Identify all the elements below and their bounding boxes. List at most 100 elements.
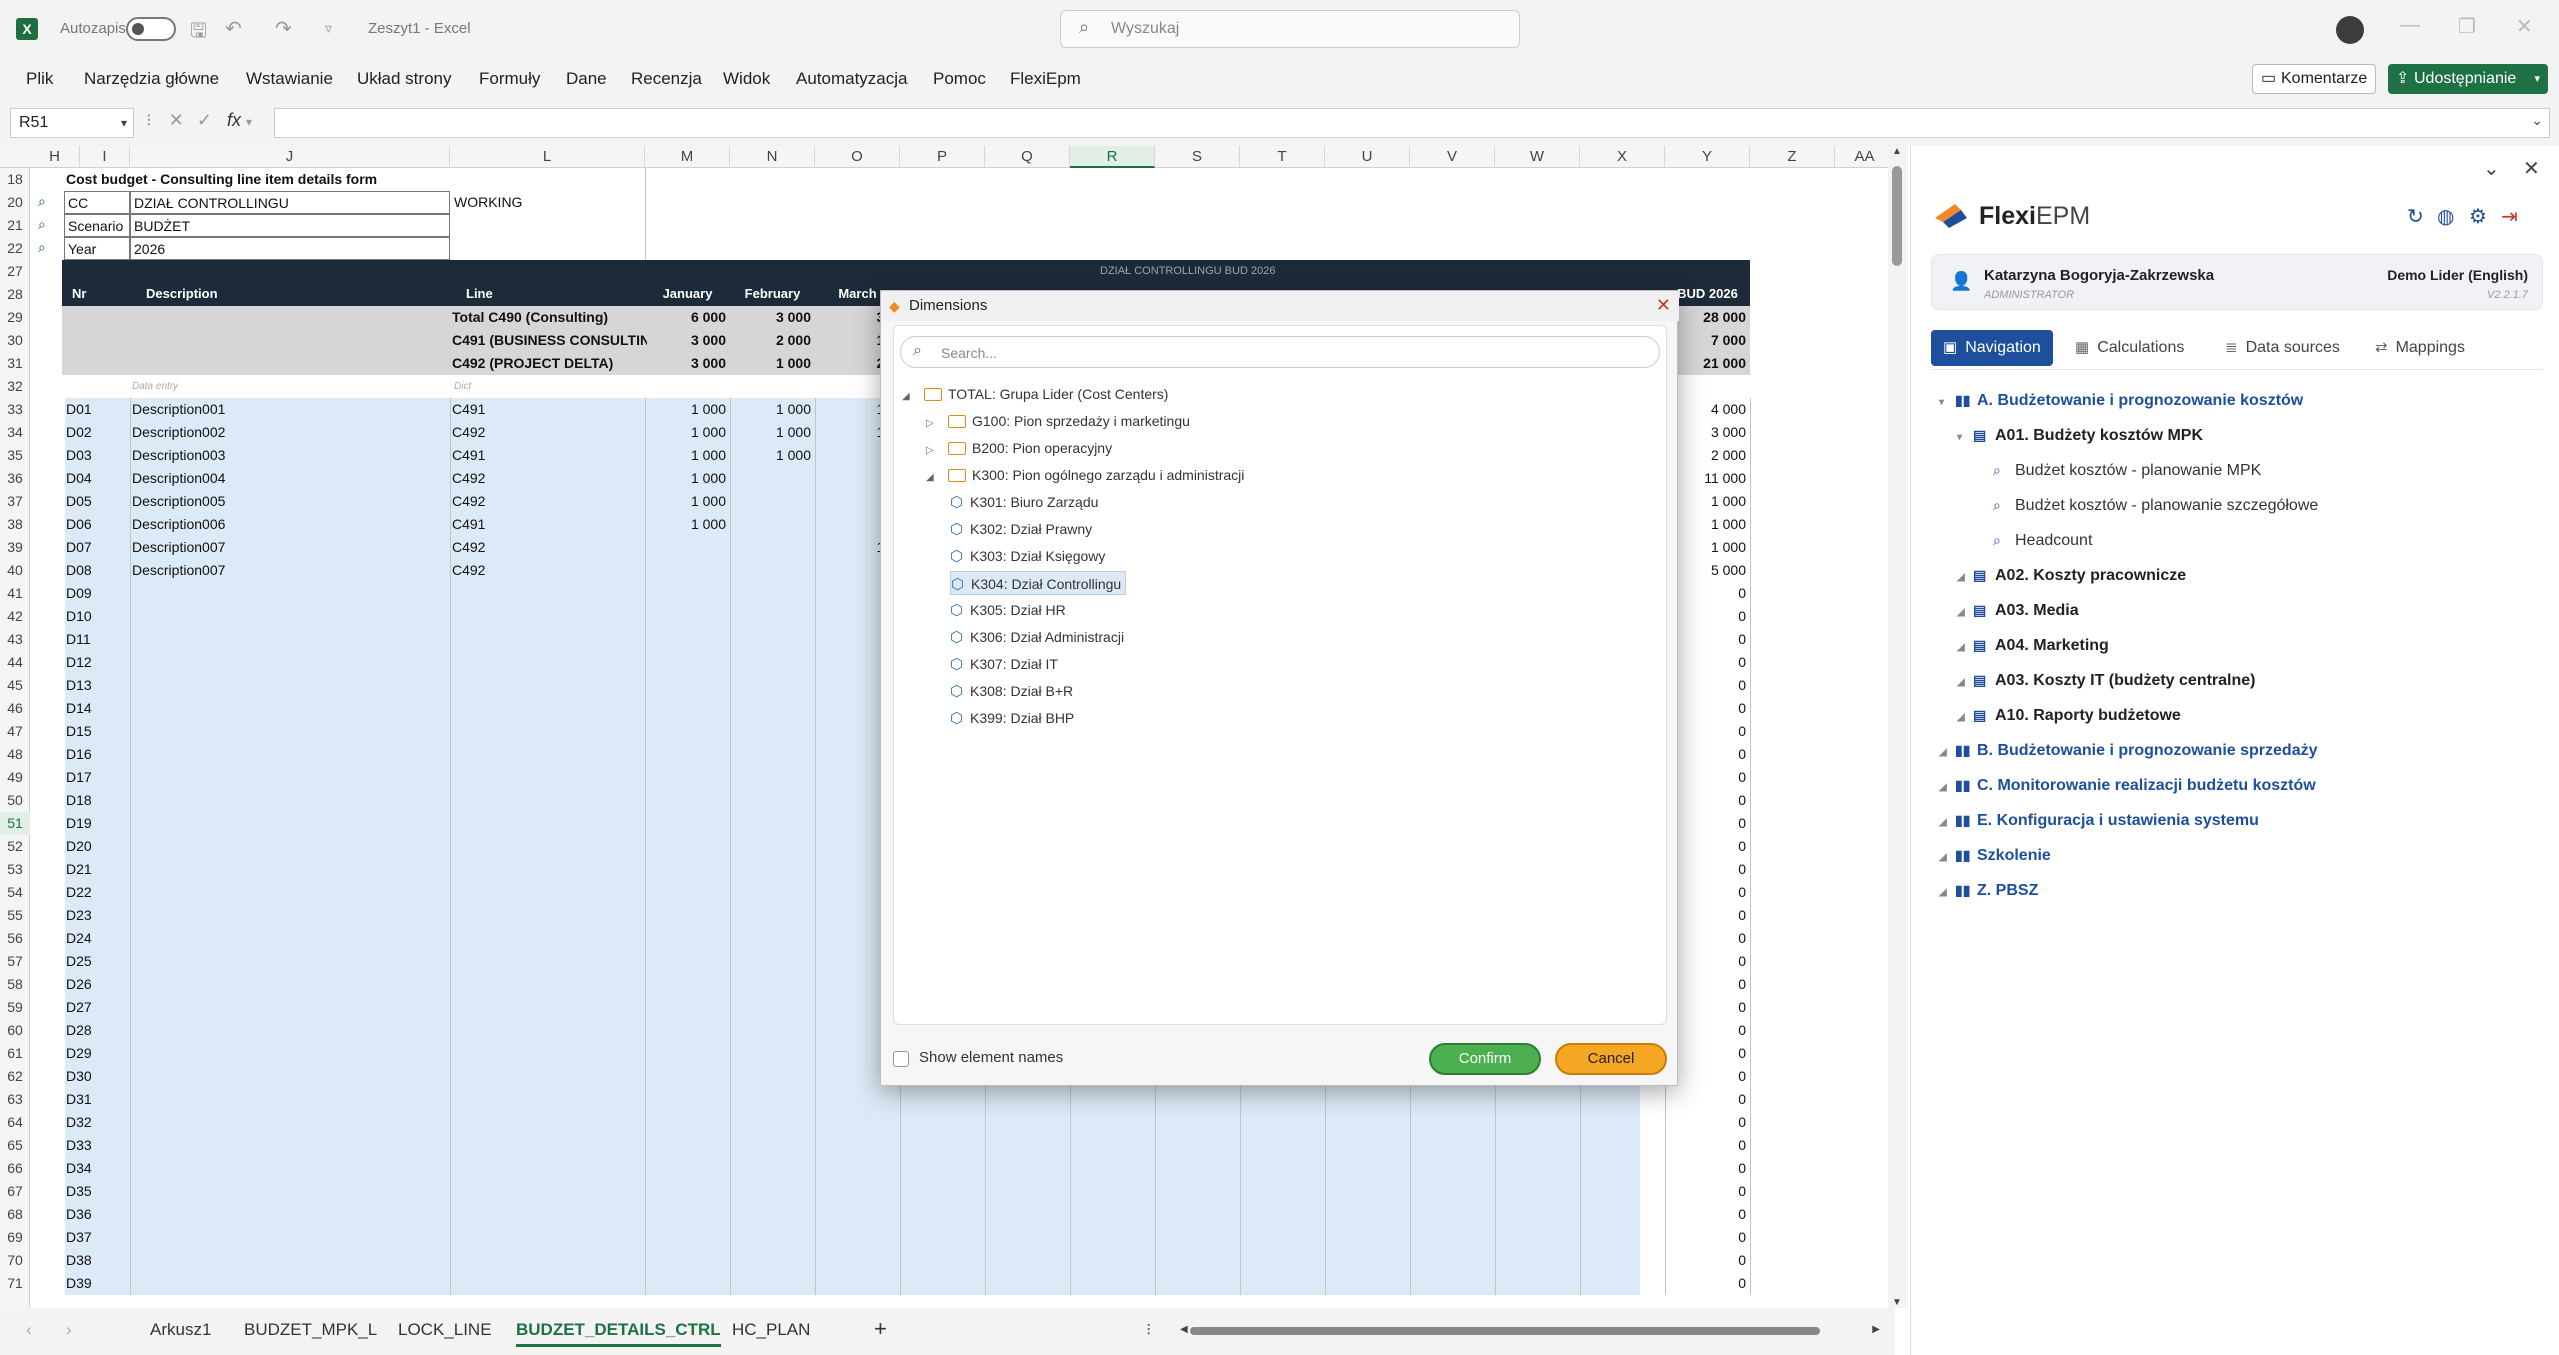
row-number-cell[interactable]: D07 bbox=[66, 536, 126, 559]
row-header[interactable]: 56 bbox=[0, 927, 30, 950]
row-number-cell[interactable]: D05 bbox=[66, 490, 126, 513]
customize-toolbar-icon[interactable]: ▿ bbox=[325, 20, 332, 37]
description-cell[interactable] bbox=[132, 1226, 447, 1249]
row-number-cell[interactable]: D02 bbox=[66, 421, 126, 444]
row-number-cell[interactable]: D17 bbox=[66, 766, 126, 789]
january-cell[interactable] bbox=[645, 720, 730, 743]
vertical-scrollbar[interactable]: ▲ ▼ bbox=[1888, 146, 1908, 1308]
row-number-cell[interactable]: D30 bbox=[66, 1065, 126, 1088]
row-number-cell[interactable]: D39 bbox=[66, 1272, 126, 1295]
line-cell[interactable]: C491 bbox=[452, 513, 642, 536]
search-box[interactable]: ⌕ Wyszukaj bbox=[1060, 10, 1520, 48]
february-cell[interactable] bbox=[730, 1042, 815, 1065]
february-cell[interactable] bbox=[730, 743, 815, 766]
line-cell[interactable] bbox=[452, 1019, 642, 1042]
scroll-right-icon[interactable]: ▶ bbox=[1872, 1324, 1880, 1335]
row-number-cell[interactable]: D38 bbox=[66, 1249, 126, 1272]
expand-icon[interactable]: ◢ bbox=[1939, 844, 1955, 872]
sheet-tab[interactable]: Arkusz1 bbox=[150, 1320, 211, 1340]
expand-icon[interactable]: ◢ bbox=[1957, 634, 1973, 662]
line-cell[interactable] bbox=[452, 927, 642, 950]
cancel-button[interactable]: Cancel bbox=[1555, 1043, 1667, 1075]
search-icon[interactable]: ⌕ bbox=[38, 193, 46, 210]
description-cell[interactable] bbox=[132, 1042, 447, 1065]
row-header[interactable]: 71 bbox=[0, 1272, 30, 1295]
line-cell[interactable] bbox=[452, 1088, 642, 1111]
february-cell[interactable] bbox=[730, 1134, 815, 1157]
row-header[interactable]: 42 bbox=[0, 605, 30, 628]
nav-tree-item[interactable]: ◢ ▤ A10. Raporty budżetowe bbox=[1957, 701, 2181, 729]
scroll-left-icon[interactable]: ◀ bbox=[1180, 1324, 1188, 1335]
dimension-element[interactable]: ⬡ K302: Dział Prawny bbox=[950, 517, 1092, 541]
row-header[interactable]: 37 bbox=[0, 490, 30, 513]
row-header[interactable]: 29 bbox=[0, 306, 30, 329]
search-icon[interactable]: ⌕ bbox=[38, 216, 46, 233]
vertical-scroll-thumb[interactable] bbox=[1892, 166, 1902, 266]
line-cell[interactable] bbox=[452, 605, 642, 628]
dimension-element[interactable]: ⬡ K306: Dział Administracji bbox=[950, 625, 1124, 649]
february-cell[interactable] bbox=[730, 973, 815, 996]
collapse-icon[interactable]: ◢ bbox=[902, 385, 924, 409]
line-cell[interactable] bbox=[452, 766, 642, 789]
description-cell[interactable] bbox=[132, 881, 447, 904]
scroll-down-icon[interactable]: ▼ bbox=[1892, 1297, 1902, 1308]
february-cell[interactable] bbox=[730, 950, 815, 973]
share-button[interactable]: ⇪ Udostępnianie ▾ bbox=[2388, 64, 2548, 94]
row-header[interactable]: 59 bbox=[0, 996, 30, 1019]
january-cell[interactable] bbox=[645, 1019, 730, 1042]
row-header[interactable]: 70 bbox=[0, 1249, 30, 1272]
column-header[interactable]: Z bbox=[1750, 146, 1835, 168]
line-cell[interactable] bbox=[452, 628, 642, 651]
description-cell[interactable] bbox=[132, 1180, 447, 1203]
column-header[interactable]: N bbox=[730, 146, 815, 168]
january-cell[interactable] bbox=[645, 789, 730, 812]
dimension-element[interactable]: ⬡ K305: Dział HR bbox=[950, 598, 1066, 622]
dimension-element[interactable]: ⬡ K399: Dział BHP bbox=[950, 706, 1074, 730]
globe-icon[interactable]: ◍ bbox=[2437, 204, 2454, 229]
row-number-cell[interactable]: D09 bbox=[66, 582, 126, 605]
line-cell[interactable] bbox=[452, 973, 642, 996]
march-cell[interactable] bbox=[815, 1111, 900, 1134]
nav-tree-item[interactable]: ⌕ Headcount bbox=[1977, 526, 2092, 554]
january-cell[interactable] bbox=[645, 559, 730, 582]
expand-icon[interactable]: ◢ bbox=[1957, 599, 1973, 627]
row-number-cell[interactable]: D11 bbox=[66, 628, 126, 651]
row-number-cell[interactable]: D31 bbox=[66, 1088, 126, 1111]
scroll-up-icon[interactable]: ▲ bbox=[1892, 146, 1902, 157]
line-cell[interactable]: C491 bbox=[452, 398, 642, 421]
logout-icon[interactable]: ⇥ bbox=[2501, 204, 2518, 229]
dimension-folder[interactable]: ▷ G100: Pion sprzedaży i marketingu bbox=[926, 409, 1190, 433]
row-number-cell[interactable]: D29 bbox=[66, 1042, 126, 1065]
february-cell[interactable] bbox=[730, 697, 815, 720]
row-number-cell[interactable]: D34 bbox=[66, 1157, 126, 1180]
insert-function-icon[interactable]: fx bbox=[227, 110, 241, 130]
row-number-cell[interactable]: D33 bbox=[66, 1134, 126, 1157]
share-dropdown-icon[interactable]: ▾ bbox=[2534, 64, 2540, 94]
line-cell[interactable] bbox=[452, 743, 642, 766]
description-cell[interactable] bbox=[132, 720, 447, 743]
description-cell[interactable] bbox=[132, 1249, 447, 1272]
description-cell[interactable] bbox=[132, 950, 447, 973]
column-header[interactable]: Q bbox=[985, 146, 1070, 168]
dimension-search-input[interactable]: ⌕ Search... bbox=[900, 336, 1660, 368]
tab-formulas[interactable]: Formuły bbox=[479, 69, 540, 89]
restore-icon[interactable]: ❐ bbox=[2458, 14, 2476, 39]
description-cell[interactable] bbox=[132, 1272, 447, 1295]
row-number-cell[interactable]: D24 bbox=[66, 927, 126, 950]
chevron-down-icon[interactable]: ▾ bbox=[1939, 389, 1955, 417]
row-header[interactable]: 54 bbox=[0, 881, 30, 904]
line-cell[interactable] bbox=[452, 1111, 642, 1134]
undo-icon[interactable]: ↶ bbox=[225, 16, 242, 41]
refresh-icon[interactable]: ↻ bbox=[2407, 204, 2424, 229]
march-cell[interactable] bbox=[815, 1203, 900, 1226]
show-element-names-checkbox[interactable] bbox=[893, 1051, 909, 1067]
gear-icon[interactable]: ⚙ bbox=[2469, 204, 2487, 229]
chevron-down-icon[interactable]: ▾ bbox=[121, 109, 127, 137]
february-cell[interactable] bbox=[730, 582, 815, 605]
january-cell[interactable] bbox=[645, 1180, 730, 1203]
description-cell[interactable] bbox=[132, 628, 447, 651]
february-cell[interactable] bbox=[730, 812, 815, 835]
pane-options-icon[interactable]: ⌄ bbox=[2483, 156, 2500, 181]
row-number-cell[interactable]: D01 bbox=[66, 398, 126, 421]
january-cell[interactable] bbox=[645, 628, 730, 651]
